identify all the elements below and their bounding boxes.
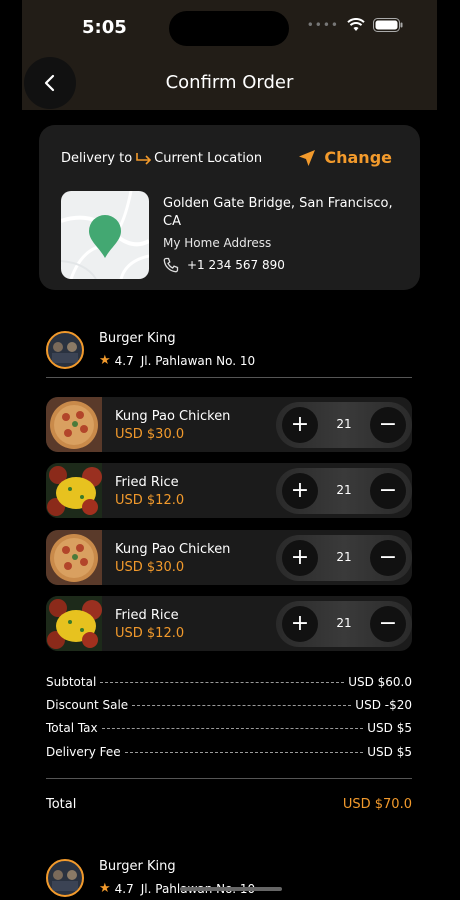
change-button[interactable]: Change [298,148,392,167]
item-name: Kung Pao Chicken [115,409,231,424]
minus-icon: − [378,545,398,570]
delivery-location: Current Location [154,151,263,166]
item-price: USD $30.0 [115,560,185,575]
tax-row: Total Tax USD $5 [46,719,412,737]
minus-icon: − [378,611,398,636]
dashed-leader [124,751,364,753]
decrease-button[interactable]: − [370,540,406,576]
divider [46,778,412,779]
store-name: Burger King [99,859,176,874]
item-name: Fried Rice [115,475,179,490]
total-value: USD $70.0 [342,797,412,812]
subtotal-row: Subtotal USD $60.0 [46,673,412,691]
order-item: Kung Pao Chicken USD $30.0 + 21 − [46,530,412,585]
order-item: Kung Pao Chicken USD $30.0 + 21 − [46,397,412,452]
quantity-value: 21 [336,417,352,431]
wifi-icon [347,18,365,31]
turn-arrow-icon [136,152,152,165]
quantity-stepper: + 21 − [276,535,412,581]
total-row: Total USD $70.0 [46,797,412,812]
pizza-image [46,397,102,452]
item-name: Fried Rice [115,608,179,623]
item-name: Kung Pao Chicken [115,542,231,557]
discount-label: Discount Sale [46,698,129,712]
store-rating: 4.7 [114,881,134,896]
plus-icon: + [290,412,310,437]
discount-row: Discount Sale USD -$20 [46,696,412,714]
dynamic-island [169,11,289,46]
minus-icon: − [378,478,398,503]
store-logo [46,331,84,369]
battery-icon [373,18,403,32]
plus-icon: + [290,545,310,570]
plus-icon: + [290,611,310,636]
decrease-button[interactable]: − [370,606,406,642]
dashed-leader [132,704,352,706]
subtotal-label: Subtotal [46,675,97,689]
location-pin-icon [89,215,121,258]
store-name: Burger King [99,331,176,346]
quantity-value: 21 [336,616,352,630]
item-price: USD $12.0 [115,493,185,508]
decrease-button[interactable]: − [370,473,406,509]
divider [46,377,412,378]
subtotal-value: USD $60.0 [348,675,412,689]
fried-rice-image [46,463,102,518]
status-time: 5:05 [82,17,127,38]
star-icon: ★ [99,881,111,896]
store-logo [46,859,84,897]
item-price: USD $12.0 [115,626,185,641]
dashed-leader [100,681,345,683]
total-label: Total [46,797,77,812]
store-header[interactable]: Burger King ★ 4.7 Jl. Pahlawan No. 10 [46,859,416,900]
quantity-value: 21 [336,483,352,497]
store-meta: ★ 4.7 Jl. Pahlawan No. 10 [99,353,255,368]
home-indicator[interactable] [180,887,282,891]
quantity-stepper: + 21 − [276,402,412,448]
page-title: Confirm Order [165,72,294,93]
quantity-stepper: + 21 − [276,468,412,514]
delivery-label: Delivery to [61,151,133,166]
tax-label: Total Tax [46,721,98,735]
address-text: Golden Gate Bridge, San Francisco, CA [163,196,393,229]
increase-button[interactable]: + [282,473,318,509]
increase-button[interactable]: + [282,540,318,576]
minus-icon: − [378,412,398,437]
discount-value: USD -$20 [355,698,412,712]
star-icon: ★ [99,353,111,368]
dashed-leader [101,727,364,729]
store-rating: 4.7 [114,353,134,368]
item-price: USD $30.0 [115,427,185,442]
plus-icon: + [290,478,310,503]
pizza-image [46,530,102,585]
delivery-card: Delivery to Current Location Change Gold… [39,125,420,290]
quantity-value: 21 [336,550,352,564]
phone-number: +1 234 567 890 [187,258,285,272]
phone-icon [163,257,179,273]
delivery-fee-label: Delivery Fee [46,745,121,759]
delivery-fee-value: USD $5 [367,745,412,759]
order-item: Fried Rice USD $12.0 + 21 − [46,596,412,651]
signal-icon: •••• [306,18,339,32]
navigation-arrow-icon [299,149,316,166]
status-icons: •••• [307,18,403,32]
map-thumbnail[interactable] [61,191,149,279]
increase-button[interactable]: + [282,407,318,443]
fried-rice-image [46,596,102,651]
screen: 5:05 •••• Confirm Order Delivery to Curr… [22,0,437,900]
quantity-stepper: + 21 − [276,601,412,647]
store-address: Jl. Pahlawan No. 10 [140,353,256,368]
decrease-button[interactable]: − [370,407,406,443]
phone-row: +1 234 567 890 [163,257,285,273]
header: 5:05 •••• Confirm Order [22,0,437,110]
change-label: Change [324,148,392,167]
delivery-fee-row: Delivery Fee USD $5 [46,743,412,761]
tax-value: USD $5 [367,721,412,735]
store-header[interactable]: Burger King ★ 4.7 Jl. Pahlawan No. 10 [46,331,416,377]
address-label: My Home Address [163,236,272,250]
order-item: Fried Rice USD $12.0 + 21 − [46,463,412,518]
delivery-row: Delivery to Current Location [61,151,262,166]
increase-button[interactable]: + [282,606,318,642]
